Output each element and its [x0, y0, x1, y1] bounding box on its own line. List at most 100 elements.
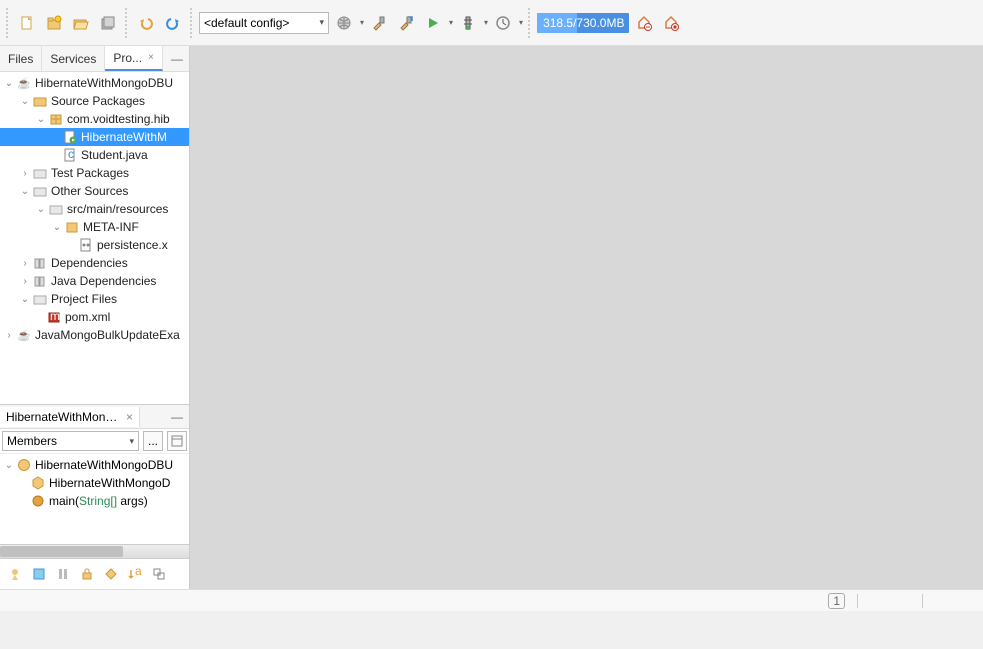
tree-resources[interactable]: src/main/resources: [0, 200, 189, 218]
memory-usage-bar[interactable]: 318.5/730.0MB: [537, 13, 629, 33]
status-separator: [922, 594, 923, 608]
java-project-icon: ☕: [16, 75, 32, 91]
nav-filter-button[interactable]: ...: [143, 431, 163, 451]
dropdown-arrow-icon[interactable]: ▾: [519, 18, 523, 27]
scrollbar-thumb[interactable]: [0, 546, 123, 557]
ellipsis-label: ...: [148, 434, 158, 448]
tree-java-file[interactable]: c Student.java: [0, 146, 189, 164]
expand-icon[interactable]: [50, 222, 64, 233]
package-icon: [64, 219, 80, 235]
expand-icon[interactable]: [2, 78, 16, 89]
tree-label: main(String[] args): [49, 494, 148, 508]
save-all-icon[interactable]: [96, 11, 120, 35]
new-project-icon[interactable]: [42, 11, 66, 35]
nav-tab-label: HibernateWithMongo...: [6, 410, 122, 424]
show-inner-icon[interactable]: [100, 563, 122, 585]
minimize-icon[interactable]: —: [165, 410, 189, 424]
tree-label: Dependencies: [51, 256, 128, 270]
tree-dependencies[interactable]: Dependencies: [0, 254, 189, 272]
tree-project-files[interactable]: Project Files: [0, 290, 189, 308]
nav-class-node[interactable]: HibernateWithMongoDBU: [0, 456, 189, 474]
chevron-down-icon: ▾: [319, 17, 324, 28]
tree-test-packages[interactable]: Test Packages: [0, 164, 189, 182]
expand-icon[interactable]: [18, 96, 32, 107]
toolbar-separator: [190, 8, 194, 38]
nav-constructor-node[interactable]: HibernateWithMongoD: [0, 474, 189, 492]
undo-icon[interactable]: [134, 11, 158, 35]
nav-view-button[interactable]: [167, 431, 187, 451]
tree-package[interactable]: com.voidtesting.hib: [0, 110, 189, 128]
tree-metainf[interactable]: META-INF: [0, 218, 189, 236]
expand-icon[interactable]: [34, 204, 48, 215]
show-inherited-icon[interactable]: [4, 563, 26, 585]
status-bar: 1: [0, 589, 983, 611]
tree-persistence-file[interactable]: persistence.x: [0, 236, 189, 254]
dropdown-arrow-icon[interactable]: ▾: [484, 18, 488, 27]
show-static-icon[interactable]: [52, 563, 74, 585]
profile-icon[interactable]: [491, 11, 515, 35]
expand-icon[interactable]: [2, 460, 16, 471]
expand-icon[interactable]: [18, 168, 32, 179]
dropdown-arrow-icon[interactable]: ▾: [449, 18, 453, 27]
config-text: <default config>: [204, 16, 289, 30]
tab-services[interactable]: Services: [42, 46, 105, 71]
show-fields-icon[interactable]: [28, 563, 50, 585]
tree-pom-file[interactable]: m pom.xml: [0, 308, 189, 326]
expand-icon[interactable]: [18, 276, 32, 287]
run-icon[interactable]: [421, 11, 445, 35]
navigator-tree: HibernateWithMongoDBU HibernateWithMongo…: [0, 454, 189, 544]
svg-text:m: m: [50, 310, 60, 323]
sort-alpha-icon[interactable]: a: [124, 563, 146, 585]
tree-java-file-selected[interactable]: HibernateWithM: [0, 128, 189, 146]
tab-label: Pro...: [113, 51, 142, 65]
tree-project-root[interactable]: ☕ HibernateWithMongoDBU: [0, 74, 189, 92]
svg-text:a: a: [135, 567, 142, 578]
tree-label: HibernateWithMongoD: [49, 476, 170, 490]
tree-label: HibernateWithMongoDBU: [35, 458, 173, 472]
expand-icon[interactable]: [2, 330, 16, 341]
tree-other-sources[interactable]: Other Sources: [0, 182, 189, 200]
sort-position-icon[interactable]: [148, 563, 170, 585]
tree-project-root[interactable]: ☕ JavaMongoBulkUpdateExa: [0, 326, 189, 344]
expand-icon[interactable]: [34, 114, 48, 125]
build-icon[interactable]: [367, 11, 391, 35]
show-nonpublic-icon[interactable]: [76, 563, 98, 585]
tree-java-dependencies[interactable]: Java Dependencies: [0, 272, 189, 290]
clean-build-icon[interactable]: [394, 11, 418, 35]
method-icon: [30, 493, 46, 509]
debug-icon[interactable]: [456, 11, 480, 35]
close-icon[interactable]: ×: [126, 410, 133, 424]
notifications-badge[interactable]: 1: [828, 593, 845, 609]
open-project-icon[interactable]: [69, 11, 93, 35]
expand-icon[interactable]: [18, 294, 32, 305]
tab-label: Files: [8, 52, 33, 66]
new-file-icon[interactable]: [15, 11, 39, 35]
run-config-select[interactable]: <default config> ▾: [199, 12, 329, 34]
nav-method-node[interactable]: main(String[] args): [0, 492, 189, 510]
select-label: Members: [7, 434, 57, 448]
expand-icon[interactable]: [18, 258, 32, 269]
folder-icon: [48, 201, 64, 217]
tree-label: JavaMongoBulkUpdateExa: [35, 328, 180, 342]
toolbar-separator: [528, 8, 532, 38]
tab-projects[interactable]: Pro... ×: [105, 46, 163, 71]
java-project-icon: ☕: [16, 327, 32, 343]
expand-icon[interactable]: [18, 186, 32, 197]
members-select[interactable]: Members ▾: [2, 431, 139, 451]
package-folder-icon: [32, 183, 48, 199]
tab-files[interactable]: Files: [0, 46, 42, 71]
java-class-icon: c: [62, 147, 78, 163]
navigator-tab[interactable]: HibernateWithMongo... ×: [0, 407, 140, 427]
navigator-scrollbar[interactable]: [0, 544, 189, 558]
minimize-tab-icon[interactable]: —: [163, 46, 191, 71]
tree-label: Test Packages: [51, 166, 129, 180]
stop-gc-icon[interactable]: [659, 11, 683, 35]
close-icon[interactable]: ×: [148, 52, 154, 63]
tree-label: persistence.x: [97, 238, 168, 252]
dropdown-arrow-icon[interactable]: ▾: [360, 18, 364, 27]
globe-icon[interactable]: [332, 11, 356, 35]
pause-gc-icon[interactable]: [632, 11, 656, 35]
redo-icon[interactable]: [161, 11, 185, 35]
tree-source-packages[interactable]: Source Packages: [0, 92, 189, 110]
package-icon: [48, 111, 64, 127]
